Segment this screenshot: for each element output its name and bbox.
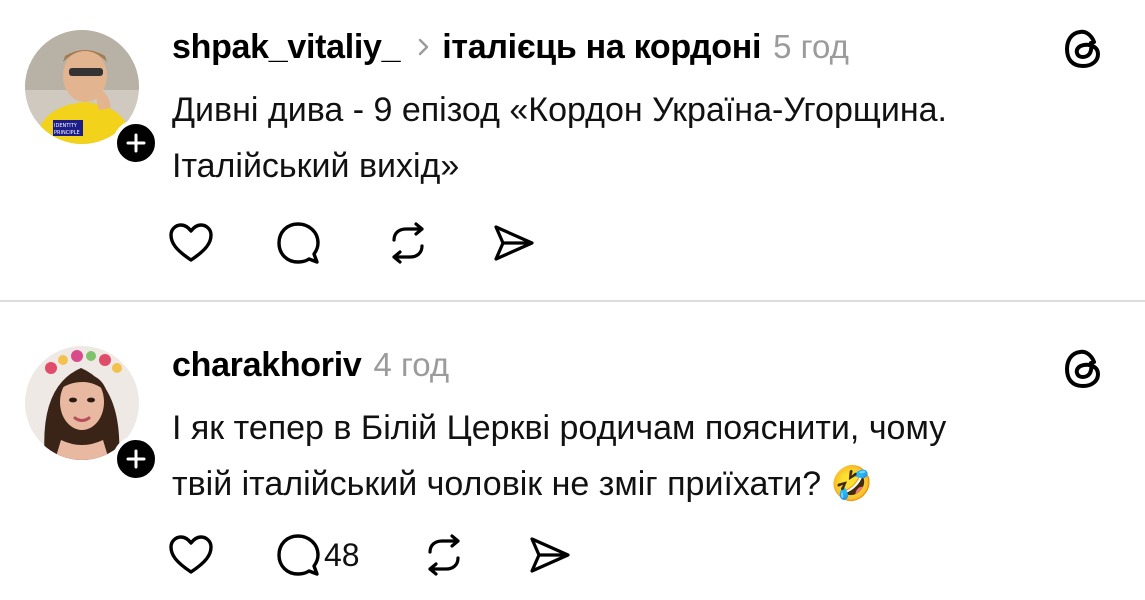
share-icon: [529, 537, 570, 573]
like-button[interactable]: [168, 222, 214, 264]
comment-button[interactable]: [276, 221, 324, 265]
heart-icon: [169, 535, 213, 574]
share-icon: [494, 225, 534, 261]
post-time: 4 год: [373, 346, 450, 383]
repost-button[interactable]: [386, 222, 430, 264]
post-actions: 48: [168, 530, 634, 580]
thread-post: charakhoriv 4 год І як тепер в Білій Цер…: [0, 302, 1145, 600]
follow-button[interactable]: [113, 436, 159, 482]
post-header: shpak_vitaliy_ італієць на кордоні 5 год: [172, 22, 849, 72]
post-header: charakhoriv 4 год: [172, 340, 449, 390]
repost-button[interactable]: [422, 534, 466, 576]
post-time: 5 год: [773, 28, 849, 65]
like-button[interactable]: [168, 534, 214, 576]
plus-icon: [126, 449, 146, 469]
threads-logo-icon[interactable]: [1061, 346, 1107, 392]
post-text: І як тепер в Білій Церкві родичам поясни…: [172, 400, 1112, 512]
post-text-line: І як тепер в Білій Церкві родичам поясни…: [172, 409, 947, 447]
comment-button[interactable]: 48: [276, 533, 360, 577]
post-text-line: Дивні дива - 9 епізод «Кордон Україна-Уг…: [172, 91, 947, 129]
topic-link[interactable]: італієць на кордоні: [442, 28, 761, 67]
comment-icon: [277, 534, 320, 576]
post-text: Дивні дива - 9 епізод «Кордон Україна-Уг…: [172, 82, 1112, 194]
share-button[interactable]: [492, 223, 536, 263]
plus-icon: [126, 133, 146, 153]
repost-icon: [427, 534, 460, 576]
avatar-container[interactable]: [25, 346, 159, 482]
post-actions: [168, 218, 598, 268]
username-link[interactable]: shpak_vitaliy_: [172, 28, 401, 67]
chevron-right-icon: [418, 37, 430, 57]
comment-icon: [277, 222, 320, 264]
shirt-print: IDENTITY: [54, 123, 78, 129]
threads-logo-icon[interactable]: [1061, 26, 1107, 72]
avatar-container[interactable]: IDENTITY PRINCIPLE: [25, 30, 159, 166]
share-button[interactable]: [528, 535, 572, 575]
heart-icon: [169, 223, 213, 262]
thread-post: IDENTITY PRINCIPLE shpak_vitaliy_ італіє…: [0, 0, 1145, 300]
repost-icon: [392, 222, 424, 264]
reply-count: 48: [324, 536, 360, 573]
follow-button[interactable]: [113, 120, 159, 166]
post-text-line: Італійський вихід»: [172, 147, 460, 185]
svg-text:PRINCIPLE: PRINCIPLE: [54, 130, 80, 136]
username-link[interactable]: charakhoriv: [172, 346, 362, 385]
post-text-line: твій італійський чоловік не зміг приїхат…: [172, 465, 873, 503]
